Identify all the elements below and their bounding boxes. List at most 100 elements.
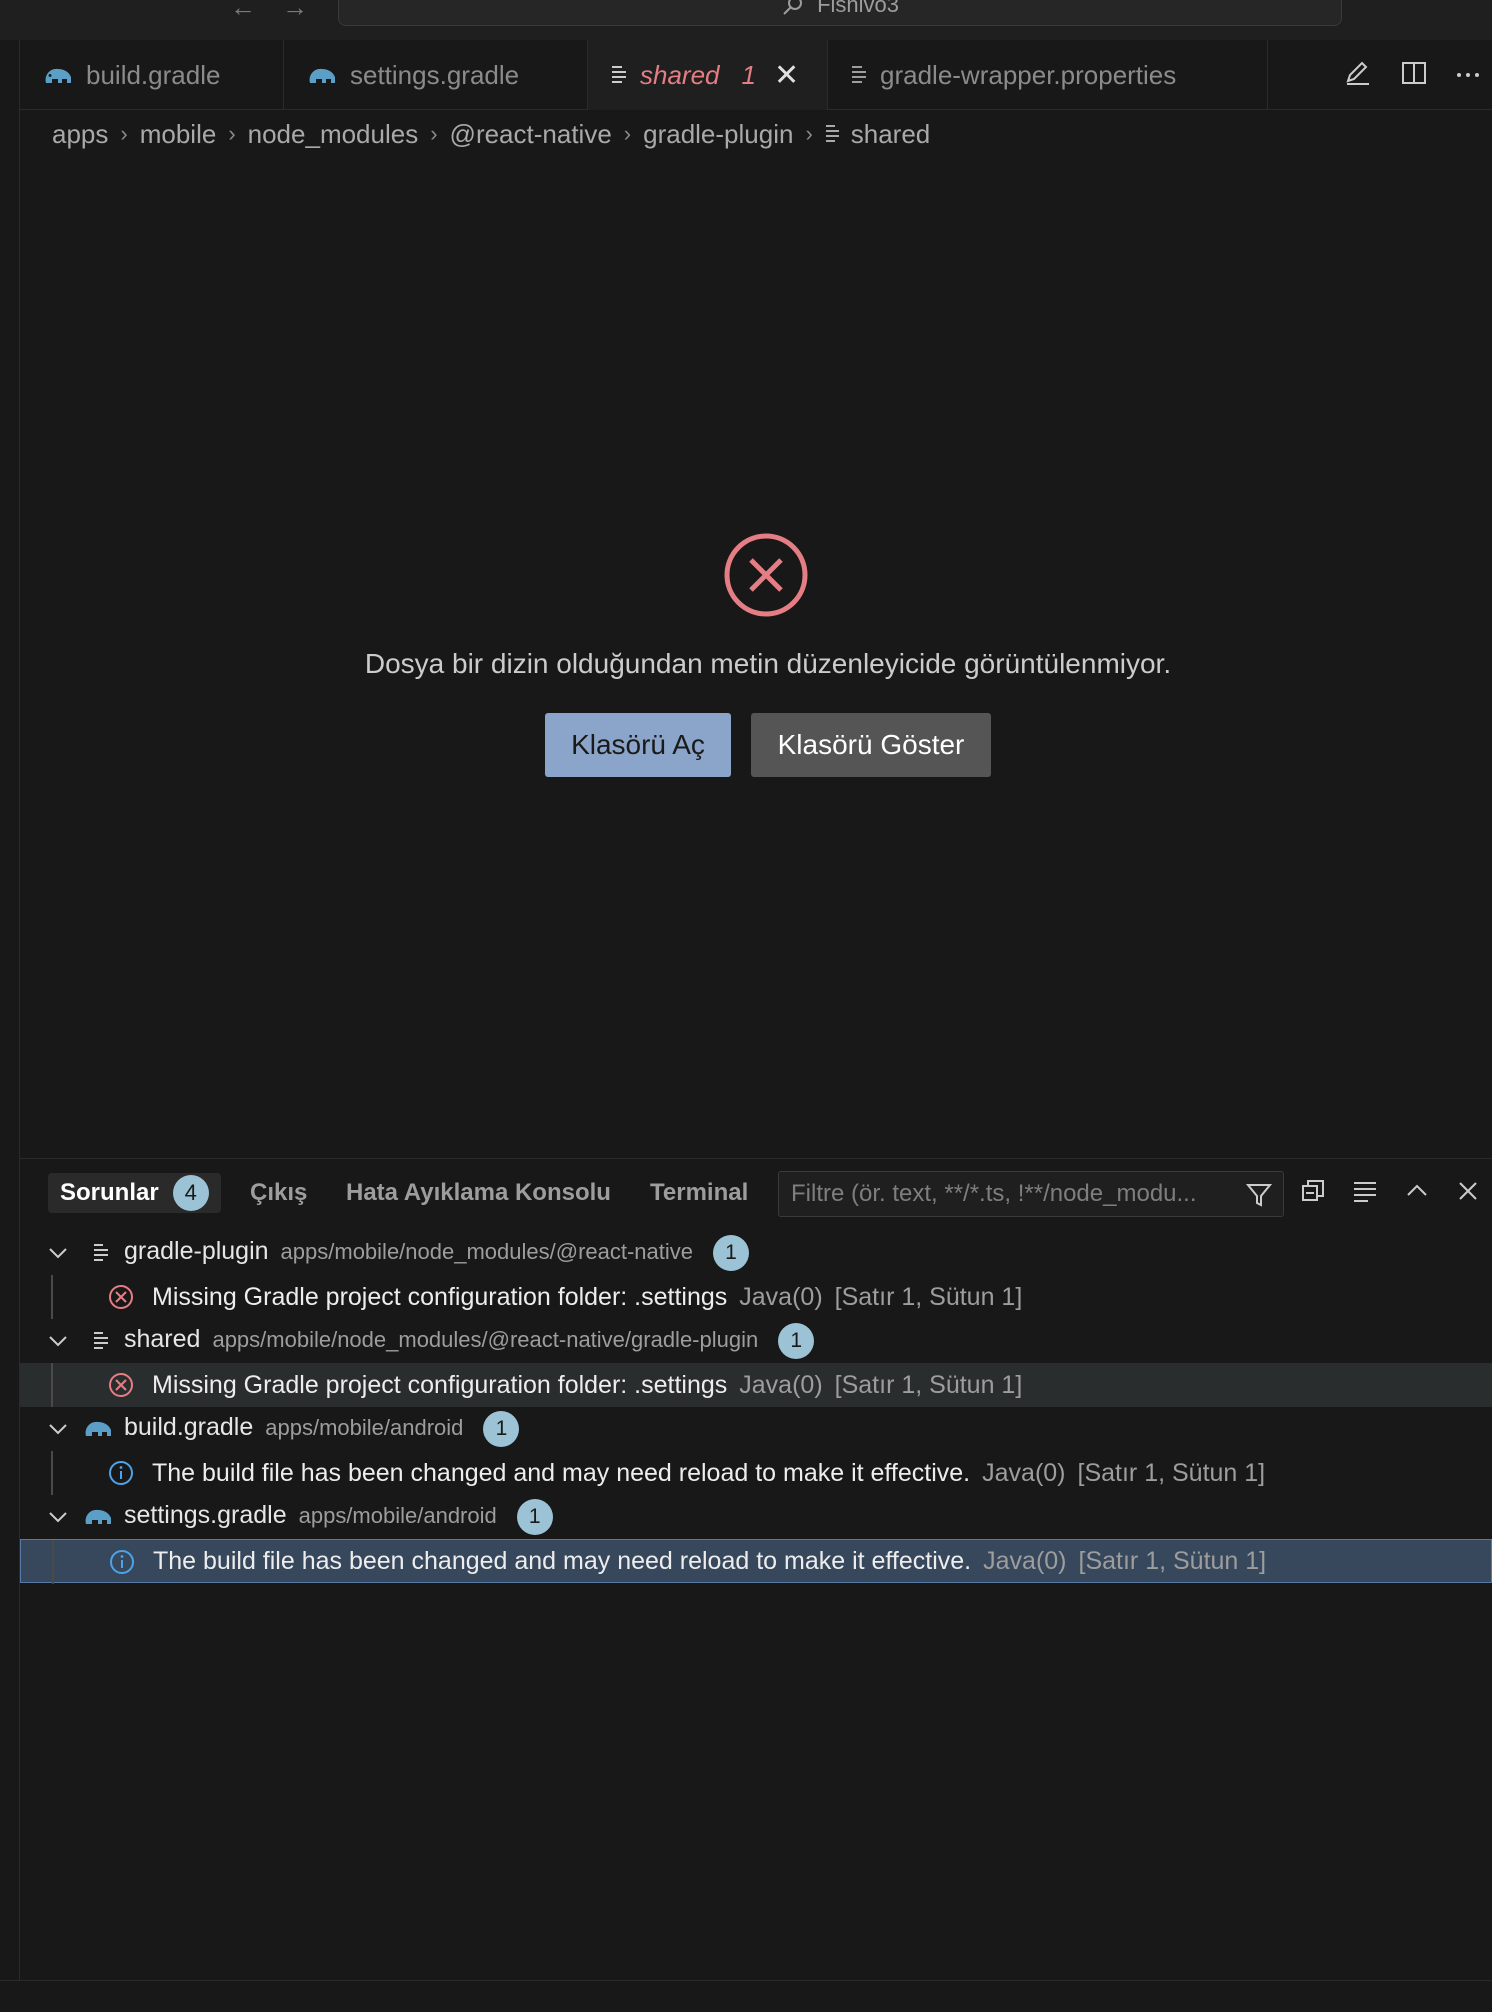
problem-source: Java(0) [739, 1282, 823, 1311]
error-circle-icon [109, 1373, 133, 1397]
problem-item[interactable]: The build file has been changed and may … [20, 1451, 1492, 1495]
tree-indent-guide [51, 1451, 53, 1495]
group-file-name: shared [124, 1325, 201, 1353]
gradle-elephant-icon [306, 63, 338, 87]
more-actions-icon[interactable] [1456, 66, 1480, 84]
file-lines-icon [94, 1244, 108, 1261]
close-panel-icon[interactable] [1456, 1179, 1480, 1208]
reveal-folder-button[interactable]: Klasörü Göster [751, 713, 991, 777]
problem-message: Missing Gradle project configuration fol… [152, 1370, 728, 1399]
editor-actions [1344, 40, 1492, 110]
problem-item[interactable]: Missing Gradle project configuration fol… [20, 1363, 1492, 1407]
breadcrumb-item-current[interactable]: shared [825, 118, 931, 150]
problem-item[interactable]: The build file has been changed and may … [20, 1539, 1492, 1584]
directory-notice: Dosya bir dizin olduğundan metin düzenle… [364, 648, 1172, 679]
chevron-right-icon: › [120, 121, 128, 146]
group-problem-count: 1 [713, 1235, 750, 1271]
error-circle-icon [724, 533, 808, 617]
group-problem-count: 1 [483, 1411, 520, 1447]
close-icon[interactable]: ✕ [774, 58, 799, 93]
problem-location: [Satır 1, Sütun 1] [1077, 1458, 1266, 1487]
tab-label: shared [640, 59, 720, 90]
gradle-elephant-icon [85, 1509, 111, 1524]
group-file-path: apps/mobile/node_modules/@react-native/g… [212, 1327, 759, 1352]
problem-group-build-gradle[interactable]: build.gradle apps/mobile/android 1 [20, 1407, 1492, 1451]
problem-location: [Satır 1, Sütun 1] [834, 1282, 1023, 1311]
tab-label: settings.gradle [350, 59, 520, 90]
problem-source: Java(0) [739, 1370, 823, 1399]
tab-shared[interactable]: shared 1 ✕ [588, 40, 828, 110]
filter-placeholder: Filtre (ör. text, **/*.ts, !**/node_modu… [791, 1180, 1197, 1207]
open-folder-button[interactable]: Klasörü Aç [545, 713, 731, 777]
group-problem-count: 1 [778, 1323, 815, 1359]
forward-arrow-icon[interactable]: → [280, 0, 310, 20]
info-icon [110, 1550, 134, 1574]
breadcrumb-label: shared [850, 118, 931, 149]
tab-gradle-wrapper-properties[interactable]: gradle-wrapper.properties [828, 40, 1268, 110]
search-icon [783, 0, 802, 15]
back-arrow-icon[interactable]: ← [228, 0, 258, 20]
gradle-elephant-icon [85, 1421, 111, 1436]
file-lines-icon [825, 125, 839, 142]
word-wrap-icon[interactable] [1352, 1178, 1378, 1209]
breadcrumb-item[interactable]: mobile [140, 119, 217, 150]
filter-funnel-icon[interactable] [1245, 1181, 1273, 1209]
file-lines-icon [94, 1332, 108, 1349]
tree-indent-guide [51, 1363, 53, 1407]
activity-bar-edge [0, 40, 20, 1980]
chevron-down-icon[interactable] [46, 1241, 70, 1265]
chevron-right-icon: › [228, 121, 236, 146]
group-file-path: apps/mobile/android [265, 1415, 464, 1440]
problem-source: Java(0) [982, 1458, 1066, 1487]
chevron-down-icon[interactable] [46, 1417, 70, 1441]
collapse-all-icon[interactable] [1300, 1178, 1326, 1209]
tab-label: gradle-wrapper.properties [880, 59, 1177, 90]
breadcrumb-item[interactable]: node_modules [248, 119, 419, 150]
chevron-down-icon[interactable] [46, 1505, 70, 1529]
breadcrumb-item[interactable]: gradle-plugin [643, 119, 793, 150]
tree-indent-guide [51, 1275, 53, 1319]
status-bar [0, 1980, 1492, 2012]
edit-pencil-icon[interactable] [1344, 59, 1372, 92]
breadcrumb-item[interactable]: @react-native [450, 119, 612, 150]
problem-location: [Satır 1, Sütun 1] [1078, 1546, 1267, 1575]
tab-settings-gradle[interactable]: settings.gradle [284, 40, 588, 110]
tab-build-gradle[interactable]: build.gradle [20, 40, 284, 110]
command-center[interactable]: Fishivo3 [338, 0, 1342, 26]
problem-location: [Satır 1, Sütun 1] [834, 1370, 1023, 1399]
tab-output[interactable]: Çıkış [250, 1173, 307, 1213]
problems-badge: 4 [172, 1175, 209, 1211]
gradle-elephant-icon [42, 63, 74, 87]
group-file-name: gradle-plugin [124, 1237, 269, 1265]
problems-filter-input[interactable]: Filtre (ör. text, **/*.ts, !**/node_modu… [778, 1171, 1284, 1217]
tab-terminal[interactable]: Terminal [650, 1173, 748, 1213]
split-editor-icon[interactable] [1400, 59, 1428, 92]
problem-message: Missing Gradle project configuration fol… [152, 1282, 728, 1311]
chevron-down-icon[interactable] [46, 1329, 70, 1353]
tab-problems[interactable]: Sorunlar 4 [48, 1173, 221, 1213]
breadcrumb-item[interactable]: apps [52, 119, 108, 150]
chevron-right-icon: › [623, 121, 632, 146]
info-icon [109, 1461, 133, 1485]
problem-group-shared[interactable]: shared apps/mobile/node_modules/@react-na… [20, 1319, 1492, 1363]
group-file-name: settings.gradle [124, 1501, 287, 1529]
file-lines-icon [850, 64, 868, 86]
tab-problem-count: 1 [741, 59, 756, 90]
problem-item[interactable]: Missing Gradle project configuration fol… [20, 1275, 1492, 1319]
file-lines-icon [610, 64, 628, 86]
tab-debug-console[interactable]: Hata Ayıklama Konsolu [346, 1173, 611, 1213]
group-problem-count: 1 [516, 1499, 553, 1535]
panel-actions [1300, 1173, 1480, 1213]
chevron-right-icon: › [430, 121, 438, 146]
group-file-name: build.gradle [124, 1413, 254, 1441]
problem-source: Java(0) [983, 1546, 1067, 1575]
maximize-panel-icon[interactable] [1404, 1178, 1430, 1209]
problem-group-gradle-plugin[interactable]: gradle-plugin apps/mobile/node_modules/@r… [20, 1231, 1492, 1275]
bottom-panel: Sorunlar 4 Çıkış Hata Ayıklama Konsolu Te… [20, 1158, 1492, 1980]
chevron-right-icon: › [805, 121, 813, 146]
tab-label: build.gradle [86, 59, 221, 90]
problem-group-settings-gradle[interactable]: settings.gradle apps/mobile/android 1 [20, 1495, 1492, 1539]
editor-tab-bar: build.gradle settings.gradle shared 1 ✕ … [20, 40, 1492, 110]
tree-indent-guide [52, 1540, 54, 1584]
title-bar: ← → Fishivo3 [0, 0, 1492, 40]
